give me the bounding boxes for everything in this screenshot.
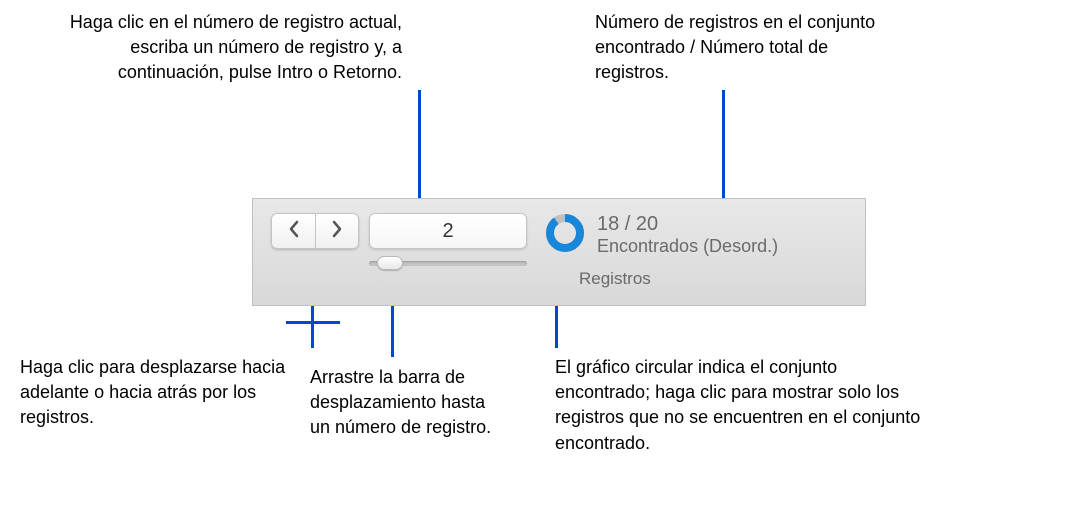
callout-line — [418, 90, 421, 198]
record-number-input[interactable] — [369, 213, 527, 249]
nav-button-group — [271, 213, 359, 249]
callout-line — [286, 321, 340, 324]
prev-record-button[interactable] — [271, 213, 315, 249]
annotation-record-input: Haga clic en el número de registro actua… — [42, 10, 402, 86]
annotation-count: Número de registros en el conjunto encon… — [595, 10, 885, 86]
chevron-left-icon — [287, 220, 301, 243]
chevron-right-icon — [330, 220, 344, 243]
found-label-text: Encontrados (Desord.) — [597, 236, 778, 257]
callout-line — [722, 90, 725, 198]
record-number-column — [369, 213, 527, 271]
found-count-text: 18 / 20 — [597, 213, 778, 236]
found-set-pie-button[interactable] — [545, 213, 585, 253]
next-record-button[interactable] — [315, 213, 359, 249]
found-status: 18 / 20 Encontrados (Desord.) — [597, 213, 778, 257]
annotation-pie: El gráfico circular indica el conjunto e… — [555, 355, 935, 456]
section-label: Registros — [579, 269, 651, 289]
annotation-slider: Arrastre la barra de desplazamiento hast… — [310, 365, 510, 441]
pie-chart-icon — [545, 240, 585, 257]
annotation-nav-buttons: Haga clic para desplazarse hacia adelant… — [20, 355, 300, 431]
slider-thumb[interactable] — [377, 256, 403, 270]
record-slider[interactable] — [369, 255, 527, 271]
record-toolbar: 18 / 20 Encontrados (Desord.) Registros — [252, 198, 866, 306]
